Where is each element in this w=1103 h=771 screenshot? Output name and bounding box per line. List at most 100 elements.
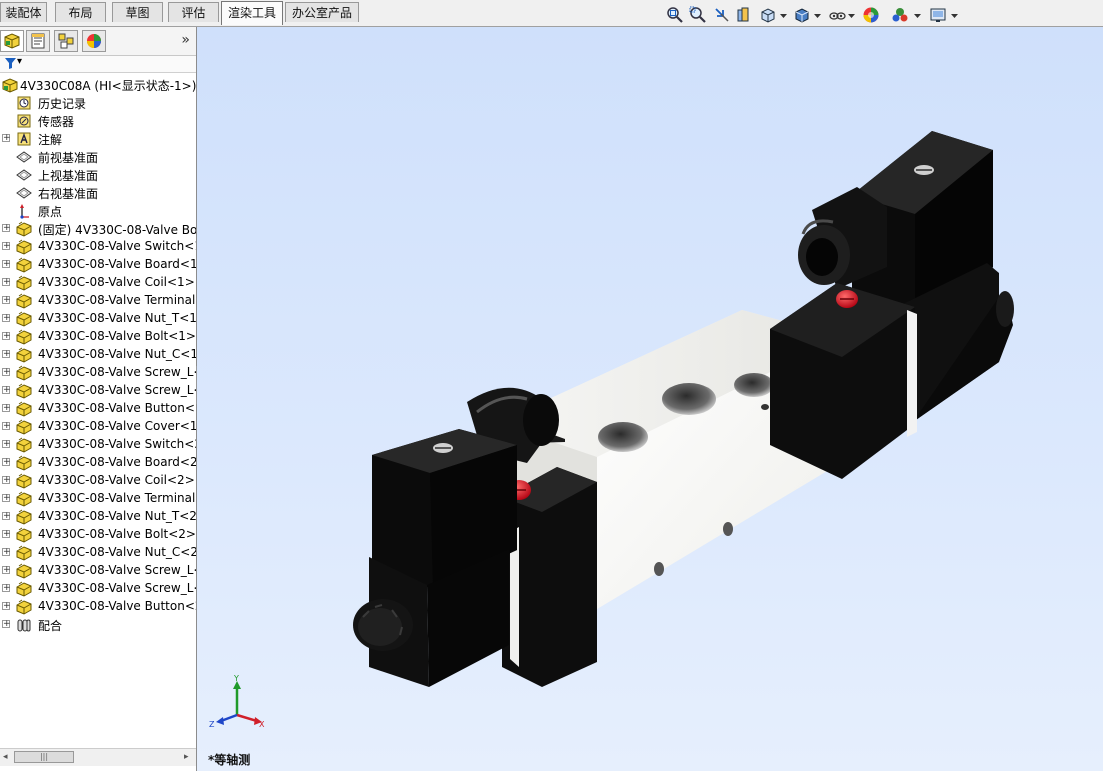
- tree-root-assembly[interactable]: 4V330C08A (HI<显示状态-1>): [0, 76, 196, 94]
- expand-toggle[interactable]: +: [2, 422, 11, 431]
- tree-item-21[interactable]: +4V330C-08-Valve Coil<2> (: [0, 472, 196, 490]
- tree-item-25[interactable]: +4V330C-08-Valve Nut_C<2>: [0, 544, 196, 562]
- view-settings-icon[interactable]: [929, 6, 947, 24]
- tree-item-1[interactable]: 传感器: [0, 112, 196, 130]
- graphics-area[interactable]: Y X Z *等轴测: [197, 27, 1103, 771]
- expand-toggle[interactable]: +: [2, 530, 11, 539]
- filter-icon[interactable]: [5, 58, 16, 69]
- configurationmanager-tab[interactable]: [54, 30, 78, 52]
- expand-toggle[interactable]: +: [2, 314, 11, 323]
- expand-toggle[interactable]: +: [2, 548, 11, 557]
- expand-toggle[interactable]: +: [2, 620, 11, 629]
- expand-toggle[interactable]: +: [2, 512, 11, 521]
- expand-toggle[interactable]: +: [2, 476, 11, 485]
- chevron-down-icon[interactable]: [914, 13, 921, 19]
- collapse-panel-button[interactable]: »: [181, 32, 190, 48]
- expand-toggle[interactable]: +: [2, 368, 11, 377]
- expand-toggle[interactable]: +: [2, 224, 11, 233]
- expand-toggle[interactable]: +: [2, 386, 11, 395]
- horizontal-scrollbar[interactable]: ◂ ||| ▸: [0, 748, 196, 766]
- tree-item-7[interactable]: + (固定) 4V330C-08-Valve Bo: [0, 220, 196, 238]
- tree-item-3[interactable]: 前视基准面: [0, 148, 196, 166]
- tree-item-8[interactable]: +4V330C-08-Valve Switch<1: [0, 238, 196, 256]
- expand-toggle[interactable]: +: [2, 584, 11, 593]
- tree-item-6[interactable]: 原点: [0, 202, 196, 220]
- tree-item-16[interactable]: +4V330C-08-Valve Screw_L<: [0, 382, 196, 400]
- heads-up-view-toolbar: [662, 6, 962, 28]
- right-end-cap[interactable]: [770, 283, 917, 479]
- edit-appearance-icon[interactable]: [862, 6, 880, 24]
- tab-evaluate[interactable]: 评估: [168, 2, 219, 22]
- tree-item-label: 4V330C-08-Valve Bolt<2>: [38, 527, 196, 541]
- expand-toggle[interactable]: +: [2, 602, 11, 611]
- tree-item-13[interactable]: +4V330C-08-Valve Bolt<1>: [0, 328, 196, 346]
- chevron-down-icon[interactable]: [951, 13, 958, 19]
- zoom-to-area-icon[interactable]: [689, 6, 707, 24]
- scroll-right-button[interactable]: ▸: [184, 752, 189, 762]
- tree-item-12[interactable]: +4V330C-08-Valve Nut_T<1>: [0, 310, 196, 328]
- scroll-thumb[interactable]: |||: [14, 751, 74, 763]
- display-style-icon[interactable]: [793, 6, 811, 24]
- tree-item-28[interactable]: +4V330C-08-Valve Button<2: [0, 598, 196, 616]
- apply-scene-icon[interactable]: [891, 6, 909, 24]
- tree-item-label: 4V330C-08-Valve Terminal: [38, 491, 196, 505]
- section-view-icon[interactable]: [735, 6, 753, 24]
- chevron-down-icon[interactable]: [814, 13, 821, 19]
- tree-item-23[interactable]: +4V330C-08-Valve Nut_T<2>: [0, 508, 196, 526]
- tree-item-9[interactable]: +4V330C-08-Valve Board<1: [0, 256, 196, 274]
- root-assembly-icon: [2, 77, 18, 93]
- tree-item-24[interactable]: +4V330C-08-Valve Bolt<2>: [0, 526, 196, 544]
- expand-toggle[interactable]: +: [2, 134, 11, 143]
- tree-item-5[interactable]: 右视基准面: [0, 184, 196, 202]
- expand-toggle[interactable]: +: [2, 278, 11, 287]
- tab-assembly[interactable]: 装配体: [0, 2, 47, 22]
- tree-item-4[interactable]: 上视基准面: [0, 166, 196, 184]
- tree-item-label: 4V330C-08-Valve Terminal: [38, 293, 196, 307]
- filter-dropdown-icon[interactable]: ▾: [17, 56, 22, 67]
- coordinate-triad: Y X Z: [209, 675, 265, 729]
- tree-item-29[interactable]: + 配合: [0, 616, 196, 634]
- tree-item-0[interactable]: 历史记录: [0, 94, 196, 112]
- tree-item-label: 4V330C-08-Valve Coil<1> (: [38, 275, 196, 289]
- tab-layout[interactable]: 布局: [55, 2, 106, 22]
- tree-item-20[interactable]: +4V330C-08-Valve Board<2: [0, 454, 196, 472]
- zoom-to-fit-icon[interactable]: [666, 6, 684, 24]
- expand-toggle[interactable]: +: [2, 350, 11, 359]
- tree-item-11[interactable]: +4V330C-08-Valve Terminal: [0, 292, 196, 310]
- expand-toggle[interactable]: +: [2, 404, 11, 413]
- chevron-down-icon[interactable]: [780, 13, 787, 19]
- tab-sketch[interactable]: 草图: [112, 2, 163, 22]
- tree-item-15[interactable]: +4V330C-08-Valve Screw_L<: [0, 364, 196, 382]
- tree-item-22[interactable]: +4V330C-08-Valve Terminal: [0, 490, 196, 508]
- expand-toggle[interactable]: +: [2, 494, 11, 503]
- expand-toggle[interactable]: +: [2, 260, 11, 269]
- chevron-down-icon[interactable]: [848, 13, 855, 19]
- tree-item-label: 上视基准面: [38, 169, 99, 183]
- expand-toggle[interactable]: +: [2, 458, 11, 467]
- expand-toggle[interactable]: +: [2, 440, 11, 449]
- expand-toggle[interactable]: +: [2, 332, 11, 341]
- tree-item-19[interactable]: +4V330C-08-Valve Switch<2: [0, 436, 196, 454]
- displaymanager-tab[interactable]: [82, 30, 106, 52]
- previous-view-icon[interactable]: [713, 6, 731, 24]
- tree-item-14[interactable]: +4V330C-08-Valve Nut_C<1>: [0, 346, 196, 364]
- tree-item-18[interactable]: +4V330C-08-Valve Cover<1>: [0, 418, 196, 436]
- view-orientation-icon[interactable]: [759, 6, 777, 24]
- tree-item-10[interactable]: +4V330C-08-Valve Coil<1> (: [0, 274, 196, 292]
- hide-show-items-icon[interactable]: [828, 6, 846, 24]
- triad-x-label: X: [259, 720, 265, 729]
- tree-item-27[interactable]: +4V330C-08-Valve Screw_L<: [0, 580, 196, 598]
- expand-toggle[interactable]: +: [2, 296, 11, 305]
- tab-office-products[interactable]: 办公室产品: [285, 2, 359, 22]
- scroll-left-button[interactable]: ◂: [3, 752, 8, 762]
- tree-item-2[interactable]: + 注解: [0, 130, 196, 148]
- featuremanager-tab[interactable]: [0, 30, 24, 52]
- feature-manager-panel: » ▾ 4V330C08A (HI<显示状态-1>) 历史记录 传感器 + 注解 前视基准…: [0, 27, 197, 771]
- propertymanager-tab[interactable]: [26, 30, 50, 52]
- valve-3d-model[interactable]: [197, 27, 1103, 771]
- expand-toggle[interactable]: +: [2, 566, 11, 575]
- tab-render-tools[interactable]: 渲染工具: [221, 1, 283, 25]
- expand-toggle[interactable]: +: [2, 242, 11, 251]
- tree-item-26[interactable]: +4V330C-08-Valve Screw_L<: [0, 562, 196, 580]
- tree-item-17[interactable]: +4V330C-08-Valve Button<1: [0, 400, 196, 418]
